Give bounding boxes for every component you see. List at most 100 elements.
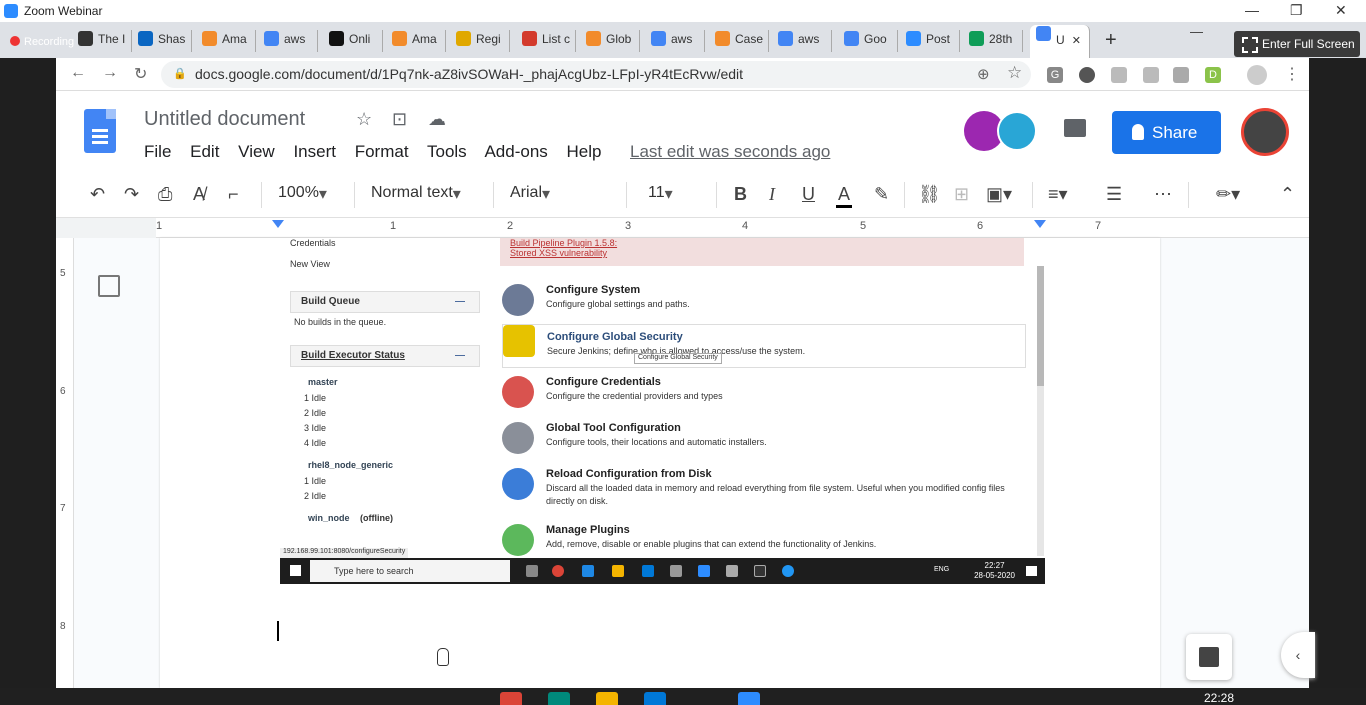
font-select[interactable]: Arial — [510, 184, 620, 204]
style-select[interactable]: Normal text — [371, 184, 491, 204]
extension-circle-icon[interactable] — [1079, 67, 1095, 83]
explore-button[interactable] — [1186, 634, 1232, 680]
extension-notes-icon[interactable] — [1143, 67, 1159, 83]
zoom-taskbar-icon[interactable] — [738, 692, 760, 705]
underline-icon[interactable]: U — [802, 184, 815, 205]
undo-icon[interactable]: ↶ — [90, 184, 105, 205]
spellcheck-icon[interactable]: A̸ — [193, 184, 205, 205]
menu-addons[interactable]: Add-ons — [484, 142, 547, 161]
jenkins-sidebar: Credentials New View Build Queue No buil… — [290, 238, 480, 528]
font-size-select[interactable]: 11 — [648, 184, 708, 204]
move-folder-icon[interactable]: ⊡ — [392, 109, 407, 130]
insert-link-icon[interactable]: ⛓ — [918, 184, 941, 205]
maximize-button[interactable]: ❐ — [1290, 2, 1303, 19]
manage-item-title: Reload Configuration from Disk — [546, 468, 712, 480]
print-icon[interactable]: ⎙ — [158, 184, 172, 205]
browser-tab[interactable]: Goo — [838, 30, 898, 52]
manage-item-description: Discard all the loaded data in memory an… — [546, 483, 1005, 506]
document-outline-icon[interactable] — [98, 275, 120, 297]
line-spacing-icon[interactable]: ☰ — [1106, 184, 1122, 205]
browser-tab[interactable]: List c — [516, 30, 576, 52]
browser-tab[interactable]: Shas — [132, 30, 192, 52]
menu-tools[interactable]: Tools — [427, 142, 467, 161]
chrome-menu-icon[interactable]: ⋮ — [1284, 64, 1300, 84]
zoom-select[interactable]: 100% — [278, 184, 348, 204]
account-avatar[interactable] — [1241, 108, 1289, 156]
document-title[interactable]: Untitled document — [144, 108, 305, 131]
add-comment-icon[interactable]: ⊞ — [954, 184, 969, 205]
chrome-icon[interactable] — [500, 692, 522, 705]
reload-icon — [502, 468, 534, 500]
browser-tab[interactable]: Glob — [580, 30, 640, 52]
menu-view[interactable]: View — [238, 142, 275, 161]
zoom-window-title: Zoom Webinar — [24, 4, 103, 18]
browser-tab[interactable]: U ✕ — [1030, 25, 1090, 58]
highlight-color-icon[interactable]: ✎ — [874, 184, 889, 205]
side-panel-toggle[interactable]: ‹ — [1281, 632, 1315, 678]
share-button[interactable]: Share — [1112, 111, 1221, 154]
right-indent-marker-icon[interactable] — [1034, 220, 1046, 228]
notes-icon — [456, 31, 471, 46]
menu-bar: File Edit View Insert Format Tools Add-o… — [144, 142, 616, 162]
embedded-jenkins-screenshot[interactable]: Credentials New View Build Queue No buil… — [280, 238, 1047, 584]
more-options-icon[interactable]: ⋯ — [1154, 184, 1172, 205]
extension-g-icon[interactable]: G — [1047, 67, 1063, 83]
menu-format[interactable]: Format — [355, 142, 409, 161]
star-icon[interactable]: ☆ — [356, 109, 372, 130]
insert-image-icon[interactable]: ▣▾ — [986, 184, 1012, 205]
close-button[interactable]: ✕ — [1335, 2, 1347, 19]
close-tab-icon[interactable]: ✕ — [1072, 32, 1081, 50]
menu-insert[interactable]: Insert — [293, 142, 336, 161]
bold-icon[interactable]: B — [734, 184, 747, 205]
menu-edit[interactable]: Edit — [190, 142, 219, 161]
text-color-icon[interactable]: A — [836, 184, 853, 208]
new-tab-button[interactable]: + — [1105, 29, 1117, 52]
address-bar[interactable]: docs.google.com/document/d/1Pq7nk-aZ8ivS… — [161, 61, 1031, 88]
browser-tab[interactable]: Regi — [450, 30, 510, 52]
ruler-number: 3 — [625, 220, 632, 232]
app-icon[interactable] — [644, 692, 666, 705]
collaborator-avatar[interactable] — [997, 111, 1037, 151]
editing-mode-icon[interactable]: ✏▾ — [1216, 184, 1240, 205]
extension-pdf-icon[interactable] — [1111, 67, 1127, 83]
extension-edit-icon[interactable] — [1173, 67, 1189, 83]
folder-icon[interactable] — [596, 692, 618, 705]
browser-tab[interactable]: aws — [258, 30, 318, 52]
browser-tab[interactable]: Post — [900, 30, 960, 52]
document-page[interactable]: Credentials New View Build Queue No buil… — [160, 238, 1160, 688]
bookmark-star-icon[interactable]: ☆ — [1007, 63, 1022, 83]
profile-avatar-icon[interactable] — [1247, 65, 1267, 85]
enter-full-screen-button[interactable]: Enter Full Screen — [1234, 31, 1360, 57]
align-left-icon[interactable]: ≡▾ — [1048, 184, 1068, 205]
back-icon[interactable]: ← — [70, 64, 86, 82]
comment-history-icon[interactable] — [1064, 119, 1086, 137]
browser-tab[interactable]: aws — [645, 30, 705, 52]
collapse-menus-icon[interactable]: ⌃ — [1280, 184, 1295, 205]
browser-tab[interactable]: 28th — [963, 30, 1023, 52]
toolbar-divider — [1188, 182, 1189, 208]
browser-tab-label: Onli — [349, 32, 371, 46]
forward-icon[interactable]: → — [102, 64, 118, 82]
browser-tab[interactable]: Ama — [196, 30, 256, 52]
browser-minimize-button[interactable]: — — [1190, 24, 1203, 39]
browser-tab[interactable]: Case — [709, 30, 769, 52]
last-edit-link[interactable]: Last edit was seconds ago — [630, 142, 830, 162]
browser-tab[interactable]: Ama — [386, 30, 446, 52]
italic-icon[interactable]: I — [769, 184, 775, 205]
browser-tab[interactable]: The I — [72, 30, 132, 52]
extension-d-icon[interactable]: D — [1205, 67, 1221, 83]
paint-format-icon[interactable]: ⌐ — [228, 184, 239, 205]
minimize-button[interactable]: — — [1245, 2, 1259, 18]
redo-icon[interactable]: ↷ — [124, 184, 139, 205]
browser-tab[interactable]: aws — [772, 30, 832, 52]
zoom-lens-icon[interactable]: ⊕ — [977, 65, 990, 83]
docs-logo-icon[interactable] — [84, 109, 116, 153]
menu-help[interactable]: Help — [567, 142, 602, 161]
executor-row: 2 Idle — [304, 491, 327, 501]
indent-marker-icon[interactable] — [272, 220, 284, 228]
toolbar-divider — [493, 182, 494, 208]
browser-tab[interactable]: Onli — [323, 30, 383, 52]
app-icon[interactable] — [548, 692, 570, 705]
reload-icon[interactable]: ↻ — [134, 64, 147, 84]
menu-file[interactable]: File — [144, 142, 171, 161]
